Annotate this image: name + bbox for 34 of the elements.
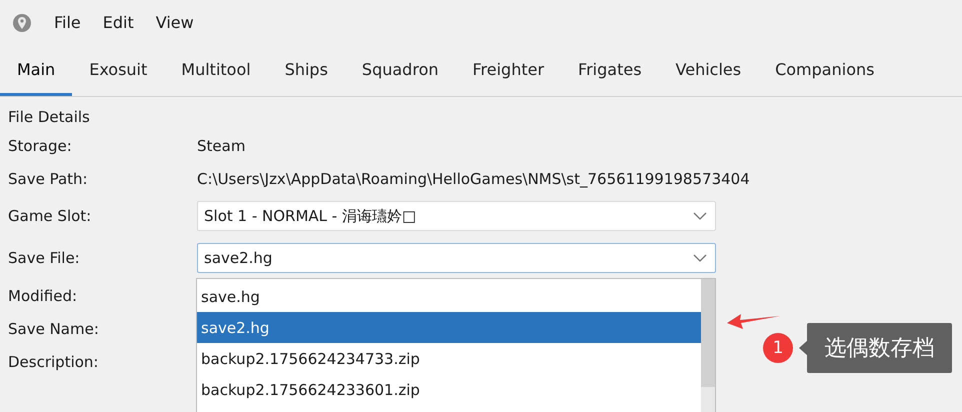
menu-item[interactable]: File: [54, 13, 81, 32]
tab[interactable]: Main: [0, 45, 72, 96]
field-label: Description:: [8, 352, 100, 370]
dropdown-option[interactable]: save.hg: [197, 281, 701, 312]
tab[interactable]: Companions: [758, 45, 892, 96]
menu-item[interactable]: View: [156, 13, 194, 32]
chevron-down-icon: [693, 254, 707, 262]
dropdown-field[interactable]: save2.hg: [197, 243, 716, 273]
field-label: Storage:: [8, 136, 73, 154]
field-label: Save Path:: [8, 170, 89, 188]
tab[interactable]: Exosuit: [72, 45, 164, 96]
tab[interactable]: Frigates: [561, 45, 659, 96]
app-logo-icon: [12, 12, 32, 34]
field-value: Steam: [197, 136, 246, 154]
tab[interactable]: Freighter: [456, 45, 562, 96]
section-title: File Details: [8, 107, 91, 128]
dropdown-option[interactable]: save2.hg: [197, 312, 701, 343]
tab[interactable]: Ships: [268, 45, 345, 96]
chevron-down-icon: [693, 212, 707, 220]
step-badge: 1: [763, 333, 793, 363]
tab[interactable]: Vehicles: [658, 45, 758, 96]
dropdown-option[interactable]: backup2.1756624233601.zip: [197, 374, 701, 405]
tab[interactable]: Multitool: [164, 45, 268, 96]
field-label: Save File:: [8, 249, 81, 267]
menu-item[interactable]: Edit: [102, 13, 134, 32]
dropdown-field[interactable]: Slot 1 - NORMAL - 涓诲瓙妗□: [197, 201, 716, 231]
tooltip: 选偶数存档: [807, 323, 952, 373]
field-label: Modified:: [8, 286, 78, 304]
dropdown-option[interactable]: backup2.1756624234733.zip: [197, 343, 701, 374]
field-label: Save Name:: [8, 320, 100, 338]
scrollbar[interactable]: [701, 279, 715, 412]
field-value: C:\Users\Jzx\AppData\Roaming\HelloGames\NMS\st_76561199198573404: [197, 170, 750, 188]
field-label: Game Slot:: [8, 207, 92, 225]
tab[interactable]: Squadron: [344, 45, 456, 96]
